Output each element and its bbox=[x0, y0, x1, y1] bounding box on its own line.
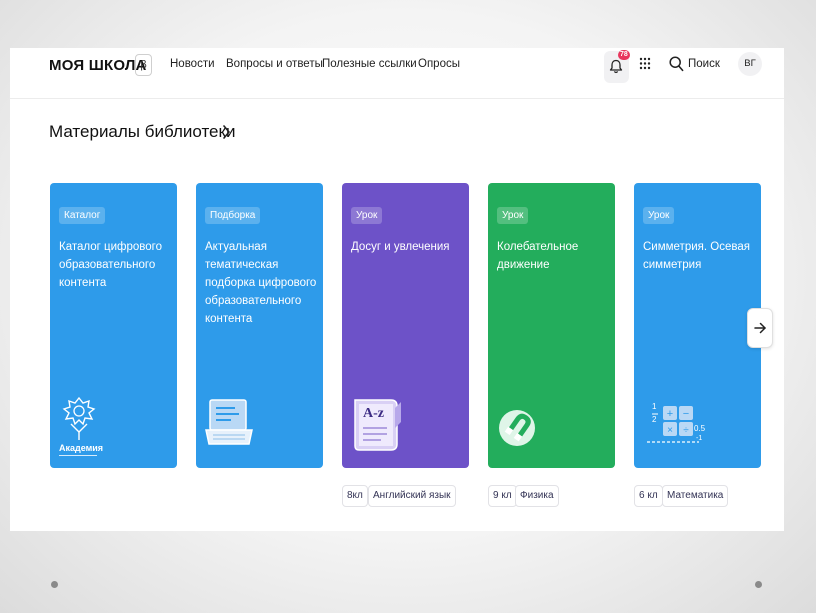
search-icon[interactable] bbox=[669, 56, 684, 72]
card-tag: Урок bbox=[643, 207, 675, 224]
avatar[interactable]: ВГ bbox=[738, 52, 762, 76]
academy-text: Академия bbox=[59, 443, 104, 453]
chip-grade[interactable]: 6 кл bbox=[634, 485, 663, 507]
card-title: Досуг и увлечения bbox=[351, 241, 450, 253]
negative-value: -1 bbox=[696, 435, 703, 442]
card-title: Актуальная тематическая подборка цифрово… bbox=[205, 241, 317, 325]
svg-text:−: − bbox=[683, 408, 689, 420]
svg-text:÷: ÷ bbox=[683, 425, 689, 436]
apps-grid-icon[interactable] bbox=[639, 57, 651, 70]
library-card-lesson-hobbies[interactable]: Урок Досуг и увлечения A-z bbox=[342, 183, 469, 468]
library-card-lesson-oscillation[interactable]: Урок Колебательное движение bbox=[488, 183, 615, 468]
svg-text:+: + bbox=[667, 408, 673, 420]
decimal-value: 0.5 bbox=[694, 424, 706, 433]
svg-text:×: × bbox=[667, 425, 673, 436]
laptop-icon bbox=[205, 399, 253, 445]
card-tag: Урок bbox=[351, 207, 383, 224]
slide-dot-right bbox=[755, 581, 762, 588]
chip-subject[interactable]: Физика bbox=[515, 485, 559, 507]
beta-badge: β bbox=[135, 54, 152, 76]
arrow-right-icon bbox=[754, 322, 766, 334]
notification-count-badge: 78 bbox=[618, 50, 630, 60]
section-title[interactable]: Материалы библиотеки bbox=[49, 122, 235, 142]
library-card-lesson-symmetry[interactable]: Урок Симметрия. Осевая симметрия + − × ÷… bbox=[634, 183, 761, 468]
fraction-denominator: 2 bbox=[652, 415, 657, 424]
notifications-button[interactable]: 78 bbox=[604, 50, 630, 83]
academy-emblem-icon: Академия bbox=[59, 394, 104, 456]
logo[interactable]: МОЯ ШКОЛА bbox=[49, 57, 147, 74]
magnet-icon bbox=[499, 410, 535, 446]
library-card-catalog[interactable]: Каталог Каталог цифрового образовательно… bbox=[50, 183, 177, 468]
chip-subject[interactable]: Математика bbox=[662, 485, 729, 507]
card-tag: Каталог bbox=[59, 207, 106, 224]
dictionary-text: A-z bbox=[363, 406, 384, 421]
dictionary-icon: A-z bbox=[351, 394, 403, 454]
math-symbols-icon: + − × ÷ 1 2 0.5 -1 bbox=[643, 402, 706, 454]
bell-icon bbox=[609, 59, 623, 74]
slide-dot-left bbox=[51, 581, 58, 588]
nav-useful-links[interactable]: Полезные ссылки bbox=[322, 58, 417, 70]
carousel-next-button[interactable] bbox=[747, 308, 773, 348]
nav-news[interactable]: Новости bbox=[170, 58, 215, 70]
search-button-label[interactable]: Поиск bbox=[688, 58, 720, 70]
card-title: Колебательное движение bbox=[497, 241, 579, 271]
card-tag: Урок bbox=[497, 207, 529, 224]
chip-grade[interactable]: 8кл bbox=[342, 485, 368, 507]
card-tag: Подборка bbox=[205, 207, 261, 224]
screenshot-frame: МОЯ ШКОЛА β Новости Вопросы и ответы Пол… bbox=[10, 48, 784, 531]
top-navigation-bar: МОЯ ШКОЛА β Новости Вопросы и ответы Пол… bbox=[10, 48, 784, 99]
nav-faq[interactable]: Вопросы и ответы bbox=[226, 58, 323, 70]
chevron-right-icon[interactable] bbox=[222, 124, 231, 140]
chip-subject[interactable]: Английский язык bbox=[368, 485, 456, 507]
card-title: Каталог цифрового образовательного конте… bbox=[59, 241, 162, 289]
fraction-numerator: 1 bbox=[652, 402, 657, 411]
chip-grade[interactable]: 9 кл bbox=[488, 485, 517, 507]
nav-surveys[interactable]: Опросы bbox=[418, 58, 460, 70]
card-title: Симметрия. Осевая симметрия bbox=[643, 241, 750, 271]
library-card-selection[interactable]: Подборка Актуальная тематическая подборк… bbox=[196, 183, 323, 468]
